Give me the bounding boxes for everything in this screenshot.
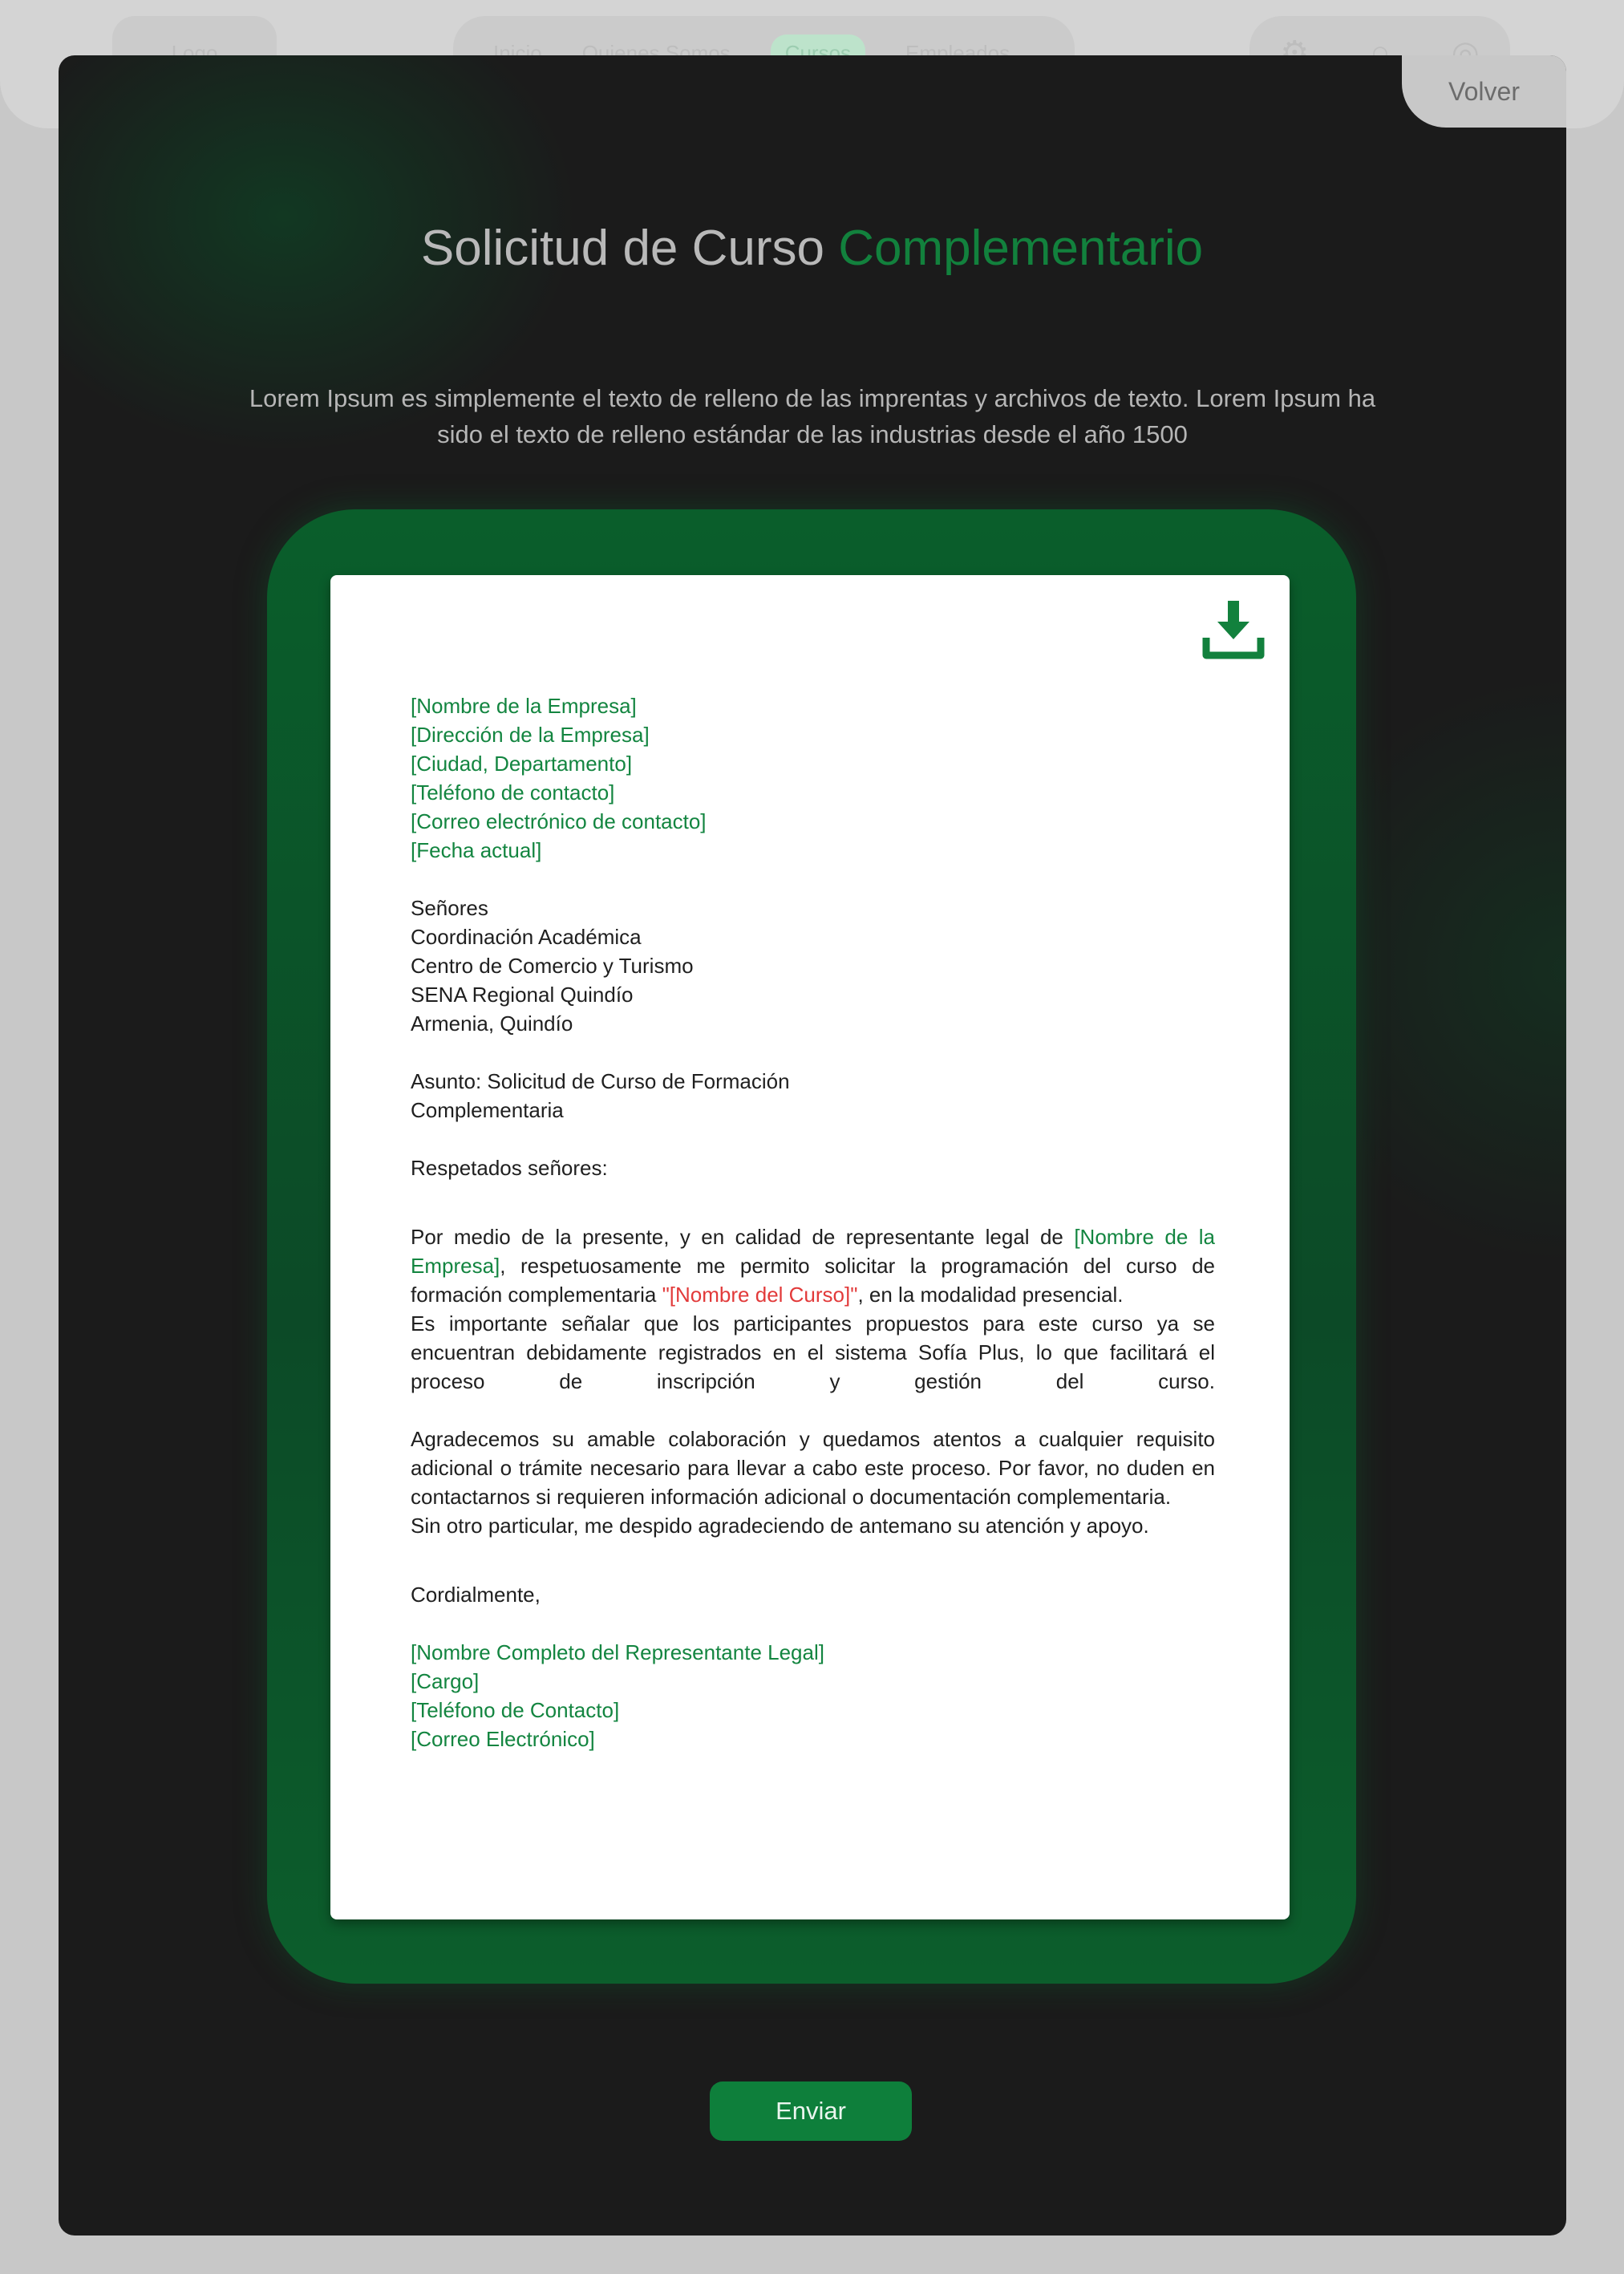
- paragraph-registration: Es importante señalar que los participan…: [411, 1311, 1215, 1393]
- page-title: Solicitud de Curso Complementario: [59, 220, 1566, 277]
- title-accent: Complementario: [838, 221, 1204, 276]
- submit-button[interactable]: Enviar: [710, 2081, 912, 2141]
- recipient-line: Coordinación Académica: [411, 925, 642, 949]
- paragraph-thanks: Agradecemos su amable colaboración y que…: [411, 1427, 1215, 1509]
- letter-document: [Nombre de la Empresa] [Dirección de la …: [330, 575, 1290, 1919]
- sender-city: [Ciudad, Departamento]: [411, 752, 633, 776]
- subject-line: Asunto: Solicitud de Curso de Formación: [411, 1069, 790, 1093]
- request-modal: Volver Solicitud de Curso Complementario…: [59, 55, 1566, 2235]
- recipient-line: Centro de Comercio y Turismo: [411, 954, 694, 978]
- sender-phone: [Teléfono de contacto]: [411, 780, 615, 805]
- signature-phone: [Teléfono de Contacto]: [411, 1698, 620, 1722]
- sender-address: [Dirección de la Empresa]: [411, 723, 650, 747]
- paragraph-text: , en la modalidad presencial.: [857, 1283, 1124, 1307]
- sender-email: [Correo electrónico de contacto]: [411, 809, 707, 833]
- signature-name: [Nombre Completo del Representante Legal…: [411, 1640, 824, 1664]
- recipient-salutation: Señores: [411, 896, 488, 920]
- greeting: Respetados señores:: [411, 1156, 608, 1180]
- sender-company: [Nombre de la Empresa]: [411, 694, 637, 718]
- recipient-line: Armenia, Quindío: [411, 1011, 573, 1036]
- signature-role: [Cargo]: [411, 1669, 480, 1693]
- back-button[interactable]: Volver: [1402, 55, 1566, 128]
- paragraph-request: Por medio de la presente, y en calidad d…: [411, 1222, 1215, 1309]
- page-description: Lorem Ipsum es simplemente el texto de r…: [249, 384, 1376, 448]
- closing: Cordialmente,: [411, 1583, 541, 1607]
- title-main: Solicitud de Curso: [420, 221, 825, 276]
- download-icon[interactable]: [1201, 598, 1266, 662]
- recipient-line: SENA Regional Quindío: [411, 983, 634, 1007]
- paragraph-farewell: Sin otro particular, me despido agradeci…: [411, 1514, 1149, 1538]
- signature-email: [Correo Electrónico]: [411, 1727, 595, 1751]
- sender-date: [Fecha actual]: [411, 838, 542, 862]
- subject-line: Complementaria: [411, 1098, 564, 1122]
- paragraph-text: Por medio de la presente, y en calidad d…: [411, 1225, 1075, 1249]
- letter-body: [Nombre de la Empresa] [Dirección de la …: [411, 691, 1215, 1753]
- course-placeholder: "[Nombre del Curso]": [662, 1283, 858, 1307]
